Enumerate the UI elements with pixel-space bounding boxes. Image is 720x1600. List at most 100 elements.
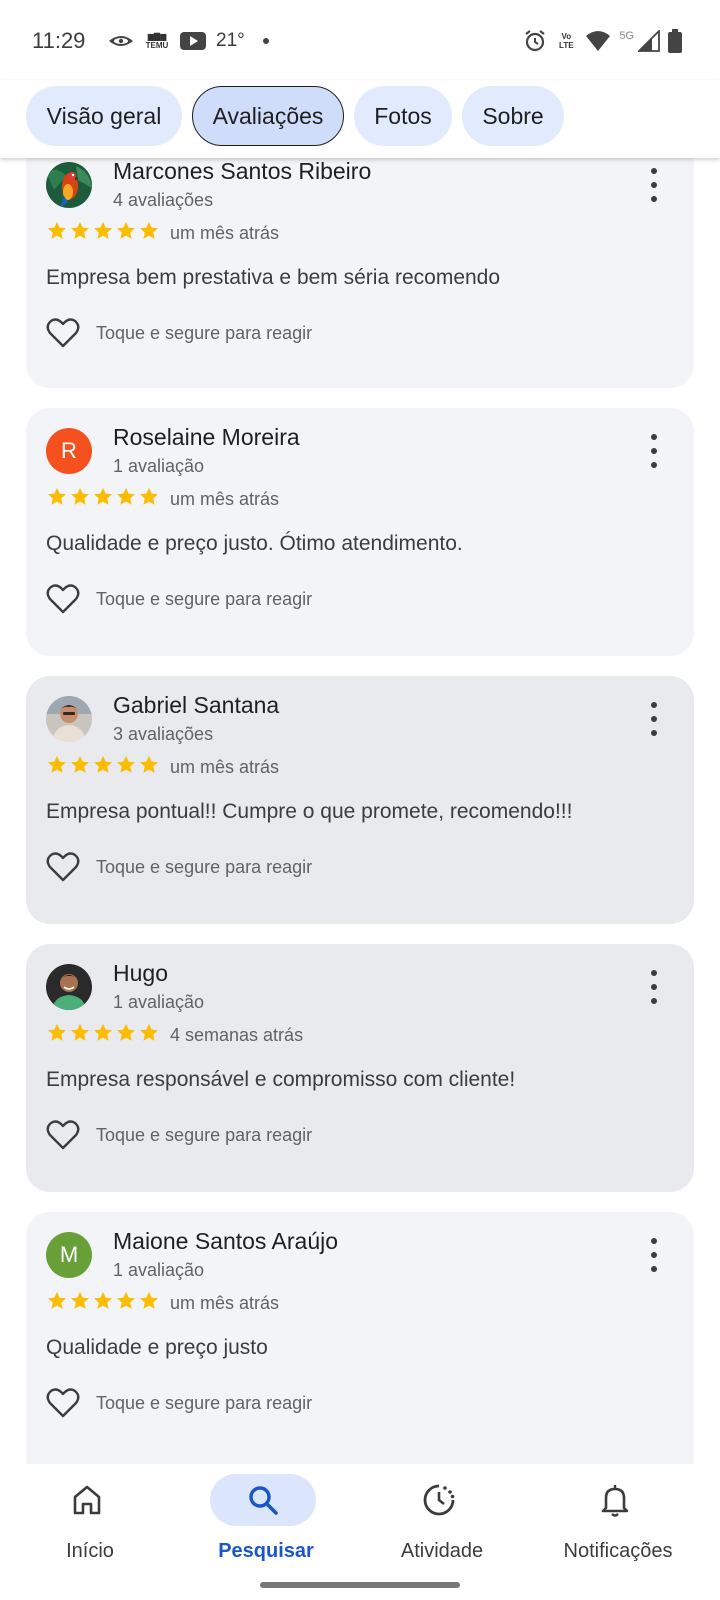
star-icon [71,487,89,505]
star-icon [94,1291,112,1309]
avatar[interactable]: R [46,428,92,474]
review-text: Empresa pontual!! Cumpre o que promete, … [46,800,573,823]
star-icon [94,487,112,505]
reviewer-name[interactable]: Gabriel Santana [113,692,279,719]
star-icon [48,1291,66,1309]
review-card[interactable]: R Roselaine Moreira 1 avaliação um mês a… [26,408,694,656]
star-icon [94,755,112,773]
review-date: um mês atrás [170,757,280,777]
react-button[interactable]: Toque e segure para reagir [46,1388,312,1418]
reviewer-review-count: 1 avaliação [113,1260,205,1280]
star-rating [46,486,160,508]
tab-overview[interactable]: Visão geral [26,86,182,146]
alarm-icon [525,30,545,52]
avatar[interactable]: M [46,1232,92,1278]
star-icon [94,1023,112,1041]
review-card[interactable]: Gabriel Santana 3 avaliações um mês atrá… [26,676,694,924]
star-rating [46,1022,160,1044]
more-options-button[interactable] [642,1238,666,1272]
tab-reviews[interactable]: Avaliações [192,86,344,146]
reviewer-name[interactable]: Roselaine Moreira [113,424,300,451]
nav-notifications[interactable]: Notificações [528,1464,708,1600]
search-icon [249,1486,278,1515]
star-rating [46,220,160,242]
more-options-button[interactable] [642,702,666,736]
star-icon [48,755,66,773]
status-notification-icons: ▆▇▆ TEMU 21° [108,28,269,54]
star-icon [140,487,158,505]
react-label: Toque e segure para reagir [96,1392,313,1413]
react-label: Toque e segure para reagir [96,588,313,609]
star-icon [71,221,89,239]
review-text: Empresa responsável e compromisso com cl… [46,1068,516,1091]
activity-icon [423,1484,455,1516]
more-notifications-dot [262,38,269,44]
react-button[interactable]: Toque e segure para reagir [46,852,312,882]
person-photo [46,964,92,1010]
star-icon [117,755,135,773]
network-type: 5G [619,30,634,42]
star-icon [71,755,89,773]
review-date: um mês atrás [170,223,280,243]
nav-activity[interactable]: Atividade [352,1464,532,1600]
heart-icon [46,584,80,614]
reviewer-name[interactable]: Marcones Santos Ribeiro [113,158,371,185]
tab-photos[interactable]: Fotos [354,86,452,146]
star-icon [140,1023,158,1041]
react-label: Toque e segure para reagir [96,322,313,343]
nav-home[interactable]: Início [0,1464,180,1600]
react-label: Toque e segure para reagir [96,1124,313,1145]
temu-icon: ▆▇▆ TEMU [145,32,169,50]
review-card[interactable]: Marcones Santos Ribeiro 4 avaliações um … [26,158,694,388]
reviews-list[interactable]: Marcones Santos Ribeiro 4 avaliações um … [0,158,720,1464]
star-icon [117,1291,135,1309]
nav-home-label: Início [66,1540,114,1562]
reviewer-review-count: 1 avaliação [113,456,205,476]
star-icon [48,1023,66,1041]
review-card[interactable]: Hugo 1 avaliação 4 semanas atrás Empresa… [26,944,694,1192]
star-icon [71,1291,89,1309]
review-date: um mês atrás [170,1293,280,1313]
nav-search-label: Pesquisar [218,1540,314,1562]
react-button[interactable]: Toque e segure para reagir [46,584,312,614]
heart-icon [46,852,80,882]
more-options-button[interactable] [642,970,666,1004]
volte-icon: Vo LTE [559,32,574,50]
avatar[interactable] [46,696,92,742]
more-options-button[interactable] [642,168,666,202]
star-icon [117,487,135,505]
star-icon [71,1023,89,1041]
nav-activity-label: Atividade [400,1540,484,1562]
react-button[interactable]: Toque e segure para reagir [46,1120,312,1150]
heart-icon [46,1388,80,1418]
nav-notifications-label: Notificações [563,1540,673,1562]
more-options-button[interactable] [642,434,666,468]
status-time: 11:29 [32,28,86,53]
review-text: Qualidade e preço justo [46,1336,268,1359]
temperature: 21° [216,30,245,51]
home-gesture-bar[interactable] [260,1582,460,1588]
star-icon [117,1023,135,1041]
star-icon [140,755,158,773]
react-button[interactable]: Toque e segure para reagir [46,318,312,348]
avatar[interactable] [46,964,92,1010]
star-rating [46,1290,160,1312]
star-icon [48,487,66,505]
review-card[interactable]: M Maione Santos Araújo 1 avaliação um mê… [26,1212,694,1464]
tab-about[interactable]: Sobre [462,86,564,146]
tabs-bar: Visão geral Avaliações Fotos Sobre [0,80,720,158]
nav-search[interactable]: Pesquisar [176,1464,356,1600]
signal-icon [638,30,660,52]
avatar[interactable] [46,162,92,208]
battery-icon [668,29,682,53]
review-text: Qualidade e preço justo. Ótimo atendimen… [46,532,463,555]
react-label: Toque e segure para reagir [96,856,313,877]
wifi-icon [586,31,611,51]
star-icon [140,1291,158,1309]
reviewer-name[interactable]: Maione Santos Araújo [113,1228,338,1255]
status-bar: 11:29 ▆▇▆ TEMU 21° Vo LTE 5G [0,0,720,80]
person-photo [46,696,92,742]
reviewer-name[interactable]: Hugo [113,960,168,987]
bell-icon [601,1485,629,1517]
star-icon [140,221,158,239]
